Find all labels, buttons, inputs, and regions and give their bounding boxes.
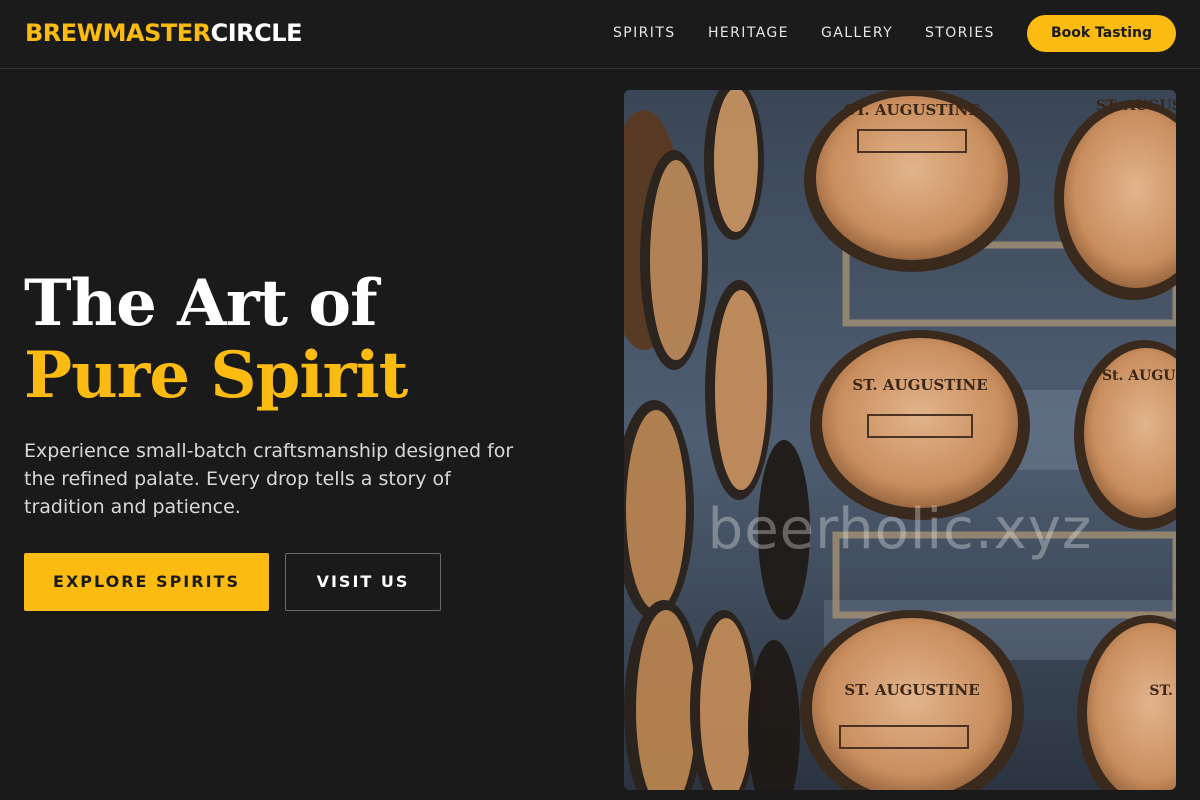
landing-page: BREWMASTERCIRCLE SPIRITS HERITAGE GALLER… (0, 0, 1200, 800)
nav-item-stories[interactable]: STORIES (925, 24, 995, 42)
hero-title-line2: Pure Spirit (24, 338, 408, 413)
brand-logo-part2: CIRCLE (210, 19, 303, 47)
svg-text:ST. AUGUSTINE: ST. AUGUSTINE (844, 681, 979, 699)
nav-item-heritage[interactable]: HERITAGE (708, 24, 789, 42)
hero-image-barrels: ST. AUGUSTINE ST. AUGUSTINE ST. AUGUSTIN… (624, 90, 1176, 790)
svg-text:St. AUGUSTINE: St. AUGUSTINE (1102, 368, 1176, 384)
explore-spirits-button[interactable]: EXPLORE SPIRITS (24, 553, 269, 611)
brand-logo[interactable]: BREWMASTERCIRCLE (25, 18, 302, 48)
brand-logo-part1: BREWMASTER (25, 19, 211, 47)
hero-description: Experience small-batch craftsmanship des… (24, 440, 514, 518)
barrels-illustration: ST. AUGUSTINE ST. AUGUSTINE ST. AUGUSTIN… (624, 90, 1176, 790)
nav-item-spirits[interactable]: SPIRITS (613, 24, 676, 42)
book-tasting-button[interactable]: Book Tasting (1027, 15, 1176, 52)
site-header: BREWMASTERCIRCLE SPIRITS HERITAGE GALLER… (0, 0, 1200, 69)
hero-title: The Art of Pure Spirit (24, 266, 408, 413)
svg-text:ST. AUGUSTINE: ST. AUGUSTINE (852, 376, 987, 394)
svg-text:ST. AUGUSTINE: ST. AUGUSTINE (1096, 98, 1176, 114)
svg-text:ST. A: ST. A (1149, 683, 1176, 699)
hero-title-line1: The Art of (24, 266, 378, 341)
svg-text:ST. AUGUSTINE: ST. AUGUSTINE (844, 101, 979, 119)
nav-item-gallery[interactable]: GALLERY (821, 24, 893, 42)
image-watermark: beerholic.xyz (707, 497, 1093, 562)
visit-us-button[interactable]: VISIT US (285, 553, 441, 611)
